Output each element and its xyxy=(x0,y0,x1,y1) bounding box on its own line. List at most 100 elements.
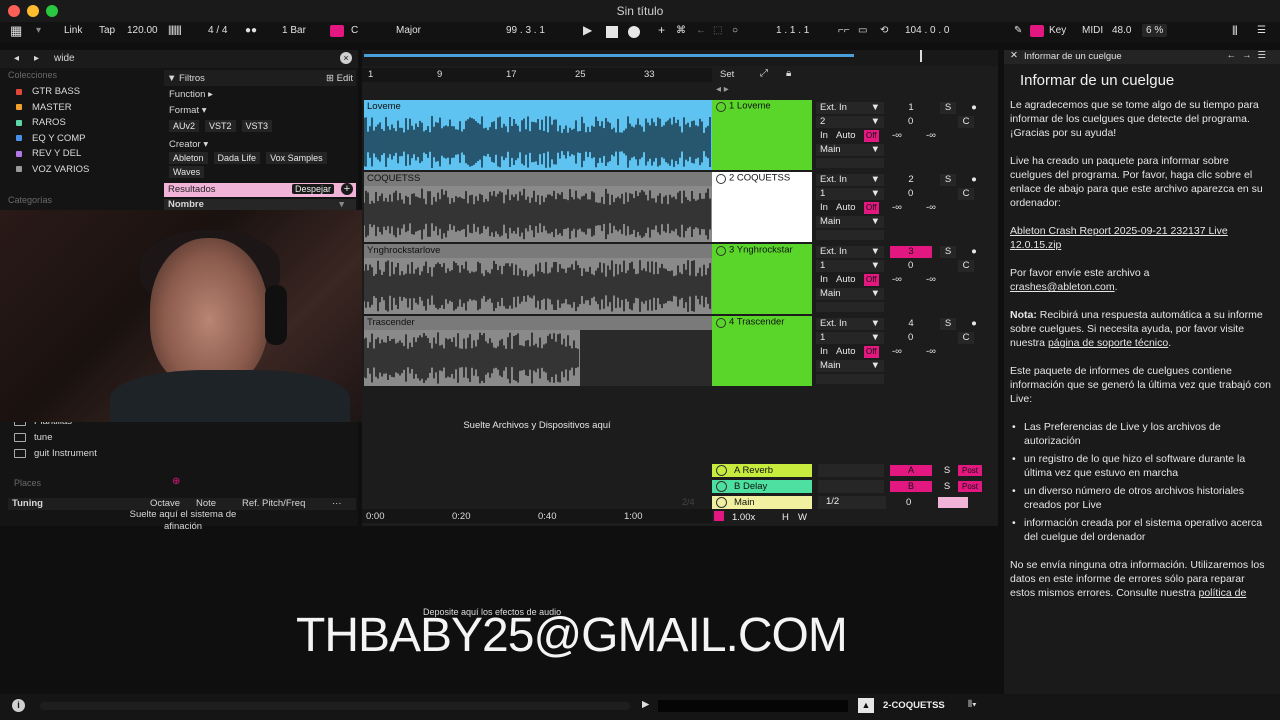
collection-item[interactable]: RAROS xyxy=(8,115,158,131)
tempo-field[interactable]: 120.00 xyxy=(127,25,158,36)
mixer-icon[interactable]: ⫴▾ xyxy=(968,699,977,710)
set-locator-button[interactable]: Set xyxy=(720,69,734,80)
main-fold-icon[interactable] xyxy=(716,497,727,508)
hotswap-icon[interactable]: ⊕ xyxy=(172,476,180,487)
arm-record-icon[interactable]: ● xyxy=(966,174,982,186)
track-fold-icon[interactable]: ▲ xyxy=(858,698,874,713)
zoom-mode-icon[interactable] xyxy=(714,511,724,521)
send-b-value[interactable]: -∞ xyxy=(926,130,936,142)
support-page-link[interactable]: página de soporte técnico xyxy=(1048,337,1168,349)
io-empty-slot[interactable] xyxy=(816,374,884,384)
places-item[interactable]: tune xyxy=(14,432,53,443)
drop-zone[interactable]: Suelte Archivos y Dispositivos aquí xyxy=(362,390,712,460)
track-volume[interactable]: 0 xyxy=(908,260,913,272)
pan-knob[interactable]: C xyxy=(958,332,974,344)
key-map-label[interactable]: Key xyxy=(1049,25,1066,36)
main-cue-indicator[interactable] xyxy=(938,497,968,508)
quantize-select[interactable]: 1 Bar xyxy=(282,25,306,36)
return-post-button[interactable]: Post xyxy=(958,481,982,492)
play-icon[interactable]: ▶ xyxy=(583,23,592,37)
key-map-button[interactable] xyxy=(1030,25,1044,37)
privacy-link[interactable]: política de xyxy=(1199,587,1247,599)
track-fold-icon[interactable] xyxy=(716,246,726,256)
fullscreen-icon[interactable]: ⤢ xyxy=(760,68,768,79)
track-fold-icon[interactable] xyxy=(716,318,726,328)
creator-chip[interactable]: Waves xyxy=(169,166,205,178)
collection-item[interactable]: REV Y DEL xyxy=(8,146,158,162)
io-select[interactable]: 1 ▼ xyxy=(816,332,884,344)
track-number[interactable]: 3 xyxy=(890,246,932,258)
monitor-off-button[interactable]: Off xyxy=(864,274,879,286)
solo-button[interactable]: S xyxy=(940,318,956,330)
solo-button[interactable]: S xyxy=(940,102,956,114)
add-icon[interactable]: + xyxy=(658,23,665,37)
arm-record-icon[interactable]: ● xyxy=(966,102,982,114)
return-input-slot[interactable] xyxy=(818,464,884,477)
io-empty-slot[interactable] xyxy=(816,302,884,312)
punch-icon[interactable]: ⬚ xyxy=(713,25,722,36)
monitor-auto-button[interactable]: Auto xyxy=(836,130,856,142)
tap-button[interactable]: Tap xyxy=(99,25,115,36)
song-position-field[interactable]: 99 . 3 . 1 xyxy=(506,25,545,36)
creator-filter[interactable]: Creator ▾ xyxy=(164,136,356,152)
back-to-arrangement-icon[interactable]: ← xyxy=(696,25,706,36)
edit-filters-button[interactable]: ⊞ Edit xyxy=(326,73,353,84)
time-ruler[interactable]: 0:00 0:20 0:40 1:00 xyxy=(362,509,712,523)
creator-chip[interactable]: Vox Samples xyxy=(266,152,327,164)
add-filter-icon[interactable]: + xyxy=(341,183,353,195)
solo-button[interactable]: S xyxy=(940,246,956,258)
support-email-link[interactable]: crashes@ableton.com xyxy=(1010,281,1115,293)
monitor-in-button[interactable]: In xyxy=(820,346,828,358)
height-toggle[interactable]: H xyxy=(782,512,789,523)
track-number[interactable]: 4 xyxy=(890,318,932,330)
stop-icon[interactable] xyxy=(606,26,618,38)
beat-ruler[interactable]: 1 9 17 25 33 xyxy=(362,68,712,82)
monitor-auto-button[interactable]: Auto xyxy=(836,202,856,214)
track-volume[interactable]: 0 xyxy=(908,116,913,128)
places-item[interactable]: guit Instrument xyxy=(14,448,97,459)
io-select[interactable]: Main ▼ xyxy=(816,288,884,300)
loop-start-field[interactable]: 1 . 1 . 1 xyxy=(776,25,809,36)
io-select[interactable]: Main ▼ xyxy=(816,144,884,156)
close-info-icon[interactable]: ✕ xyxy=(1010,50,1018,61)
io-select[interactable]: Ext. In ▼ xyxy=(816,246,884,258)
zoom-level[interactable]: 1.00x xyxy=(732,512,755,523)
io-select[interactable]: Main ▼ xyxy=(816,216,884,228)
io-select[interactable]: 1 ▼ xyxy=(816,260,884,272)
collection-item[interactable]: VOZ VARIOS xyxy=(8,162,158,178)
clear-search-icon[interactable]: × xyxy=(340,52,352,64)
record-icon[interactable] xyxy=(628,26,640,38)
metronome-icon[interactable]: ●● xyxy=(245,25,257,36)
loop-toggle-icon[interactable]: ⟲ xyxy=(880,25,888,36)
send-a-value[interactable]: -∞ xyxy=(892,274,902,286)
monitor-off-button[interactable]: Off xyxy=(864,130,879,142)
monitor-off-button[interactable]: Off xyxy=(864,202,879,214)
return-letter[interactable]: A xyxy=(890,465,932,476)
scale-select[interactable]: Major xyxy=(396,25,421,36)
monitor-auto-button[interactable]: Auto xyxy=(836,274,856,286)
track-header[interactable]: 2 COQUETSS xyxy=(712,172,812,242)
collection-item[interactable]: GTR BASS xyxy=(8,84,158,100)
arm-record-icon[interactable]: ● xyxy=(966,246,982,258)
monitor-off-button[interactable]: Off xyxy=(864,346,879,358)
send-a-value[interactable]: -∞ xyxy=(892,130,902,142)
function-filter[interactable]: Function ▸ xyxy=(164,86,356,102)
format-chip[interactable]: AUv2 xyxy=(169,120,200,132)
loop-icon[interactable]: ○ xyxy=(732,25,738,36)
view-toggle-icon[interactable]: ▦ xyxy=(10,23,22,39)
return-fold-icon[interactable] xyxy=(716,481,727,492)
pan-knob[interactable]: C xyxy=(958,260,974,272)
key-select[interactable]: C xyxy=(351,25,358,36)
midi-map-label[interactable]: MIDI xyxy=(1082,25,1103,36)
more-icon[interactable]: ··· xyxy=(332,498,342,509)
format-filter[interactable]: Format ▾ xyxy=(164,102,356,118)
time-signature-field[interactable]: 4 / 4 xyxy=(208,25,227,36)
format-chip[interactable]: VST2 xyxy=(205,120,236,132)
format-chip[interactable]: VST3 xyxy=(241,120,273,132)
prev-locator-icon[interactable]: ◂ ▸ xyxy=(716,84,729,95)
pan-knob[interactable]: C xyxy=(958,188,974,200)
creator-chip[interactable]: Dada Life xyxy=(213,152,261,164)
track-header[interactable]: 4 Trascender xyxy=(712,316,812,386)
io-select[interactable]: Main ▼ xyxy=(816,360,884,372)
info-nav-icons[interactable]: ←→☰ xyxy=(1226,50,1272,61)
